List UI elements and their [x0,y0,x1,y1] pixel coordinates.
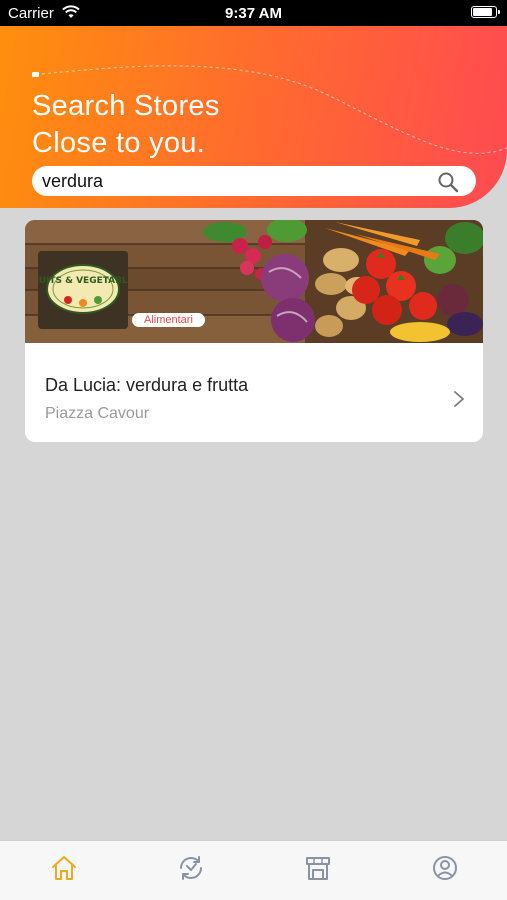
stores-icon[interactable] [303,853,333,883]
decorative-dot [32,72,39,77]
store-card[interactable]: FRUITS & VEGETABLES Alimentari Da Lucia:… [25,220,483,442]
chevron-right-icon[interactable] [453,390,465,408]
store-logo-line-1: FRUITS & VEGETABLES [38,276,128,286]
search-icon[interactable] [436,170,460,194]
search-input[interactable]: verdura [32,166,476,196]
profile-icon[interactable] [430,853,460,883]
orders-icon[interactable] [176,853,206,883]
search-input-value[interactable]: verdura [42,171,103,192]
battery-icon [471,6,500,18]
status-time: 9:37 AM [225,5,282,22]
category-badge: Alimentari [132,313,205,327]
store-name[interactable]: Da Lucia: verdura e frutta [45,375,248,396]
page-title: Search Stores Close to you. [32,90,220,159]
home-icon[interactable] [49,853,79,883]
store-logo: FRUITS & VEGETABLES [38,251,128,329]
status-bar: Carrier 9:37 AM [0,0,507,26]
search-header: Search Stores Close to you. verdura [0,26,507,208]
store-banner-image: FRUITS & VEGETABLES Alimentari [25,220,483,343]
tab-bar [0,840,507,900]
store-address: Piazza Cavour [45,405,150,422]
